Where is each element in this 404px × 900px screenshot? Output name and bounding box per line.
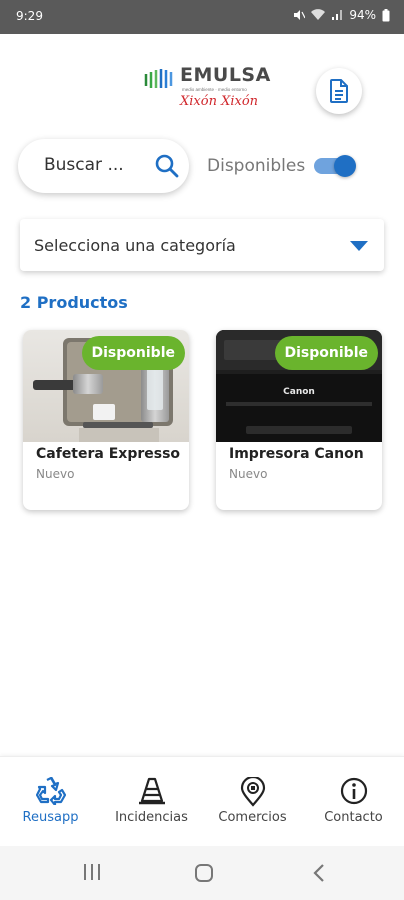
nav-label: Incidencias (115, 810, 188, 825)
bottom-navigation: Reusapp Incidencias Comercios Contacto (0, 756, 404, 846)
product-condition: Nuevo (36, 467, 75, 481)
battery-icon (382, 8, 390, 21)
search-input[interactable] (44, 155, 144, 175)
system-navigation-bar (0, 846, 404, 900)
product-title: Impresora Canon (229, 446, 364, 462)
nav-label: Comercios (218, 810, 287, 825)
recent-apps-icon[interactable] (82, 863, 102, 881)
nav-item-incidencias[interactable]: Incidencias (101, 757, 202, 847)
document-button[interactable] (316, 68, 362, 114)
category-select[interactable]: Selecciona una categoría (20, 219, 384, 271)
printer-brand-text: Canon (283, 387, 315, 397)
logo-tagline: medio ambiente · medio entorno (182, 87, 247, 92)
info-icon (340, 777, 367, 805)
recycle-icon (35, 777, 66, 805)
product-condition: Nuevo (229, 467, 268, 481)
category-select-value: Selecciona una categoría (34, 236, 236, 255)
product-card[interactable]: Disponible Cafetera Expresso Nuevo (23, 330, 189, 510)
product-title: Cafetera Expresso (36, 446, 181, 462)
search-box (18, 139, 189, 193)
nav-label: Reusapp (22, 810, 79, 825)
wifi-icon (311, 9, 326, 20)
nav-item-reusapp[interactable]: Reusapp (0, 757, 101, 847)
products-count: 2 Productos (20, 293, 128, 312)
available-toggle[interactable] (314, 155, 356, 177)
caret-down-icon (350, 241, 368, 251)
app-header: EMULSA medio ambiente · medio entorno Xi… (0, 34, 404, 134)
logo-signature: Xixón Xixón (180, 94, 259, 109)
map-pin-icon (240, 777, 265, 807)
toggle-thumb (334, 155, 356, 177)
search-icon[interactable] (154, 153, 180, 179)
nav-item-contacto[interactable]: Contacto (303, 757, 404, 847)
home-icon[interactable] (194, 863, 214, 883)
availability-badge: Disponible (274, 336, 378, 370)
nav-label: Contacto (324, 810, 383, 825)
logo-bars-icon (144, 69, 173, 88)
signal-icon (332, 10, 343, 20)
logo-wordmark: EMULSA (180, 64, 271, 86)
status-time: 9:29 (16, 9, 43, 23)
back-icon[interactable] (312, 863, 326, 883)
emulsa-logo: EMULSA medio ambiente · medio entorno Xi… (144, 64, 270, 120)
status-bar: 9:29 94% (0, 0, 404, 34)
status-icons: 94% (293, 8, 390, 22)
document-icon (330, 79, 348, 103)
product-card[interactable]: Canon Disponible Impresora Canon Nuevo (216, 330, 382, 510)
traffic-cone-icon (138, 777, 165, 805)
available-filter-label: Disponibles (207, 156, 306, 176)
battery-text: 94% (349, 8, 376, 22)
availability-badge: Disponible (81, 336, 185, 370)
mute-icon (294, 10, 306, 20)
nav-item-comercios[interactable]: Comercios (202, 757, 303, 847)
